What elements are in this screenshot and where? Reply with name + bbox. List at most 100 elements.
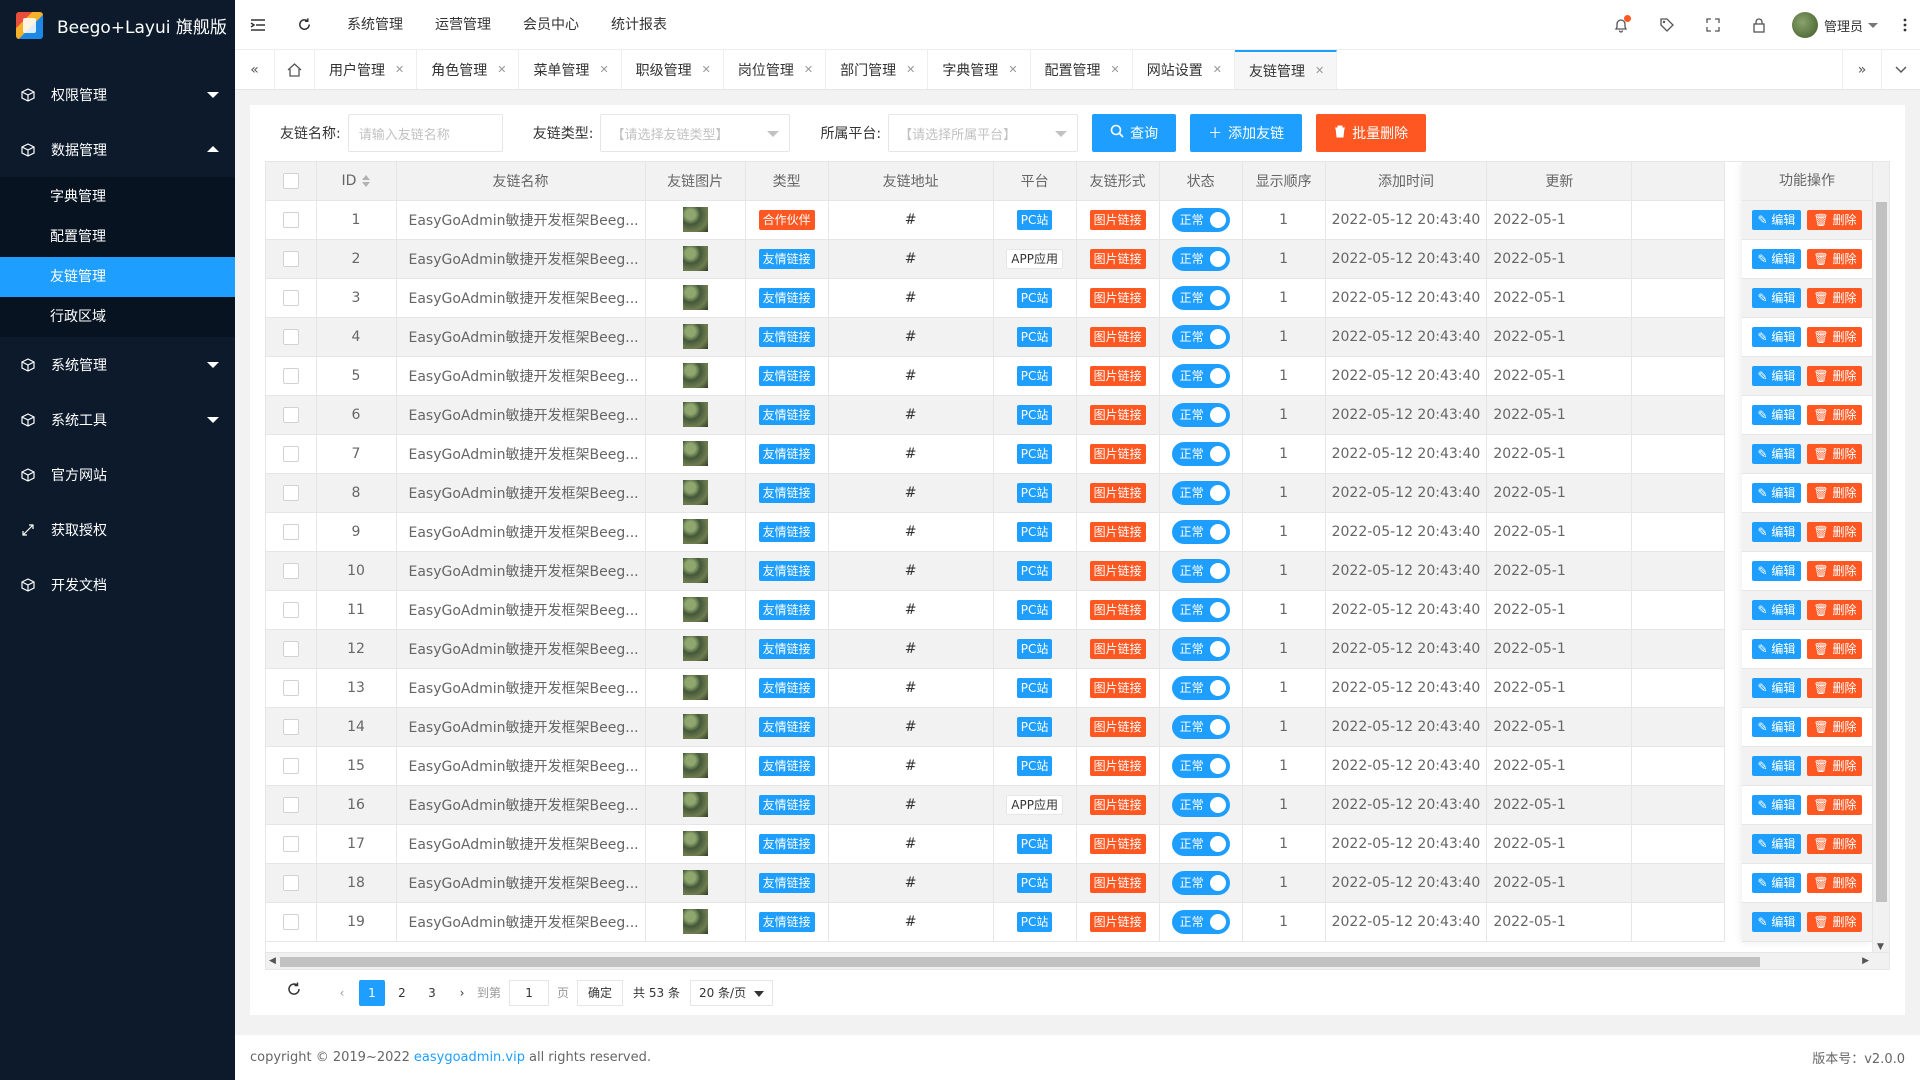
link-thumbnail[interactable] xyxy=(682,909,708,934)
type-select[interactable]: 【请选择友链类型】 xyxy=(600,114,791,152)
row-select-cell[interactable] xyxy=(266,434,317,474)
link-thumbnail[interactable] xyxy=(682,480,708,505)
tabs-scroll-left-icon[interactable]: « xyxy=(235,50,275,89)
cell-status[interactable]: 正常 xyxy=(1159,629,1243,669)
tab-user[interactable]: 用户管理 ✕ xyxy=(315,50,418,89)
row-checkbox[interactable] xyxy=(282,874,299,891)
fullscreen-icon[interactable] xyxy=(1690,0,1736,50)
cell-image[interactable] xyxy=(645,551,746,591)
status-toggle[interactable]: 正常 xyxy=(1171,870,1230,895)
row-checkbox[interactable] xyxy=(282,367,299,384)
row-checkbox[interactable] xyxy=(282,406,299,423)
row-checkbox[interactable] xyxy=(282,640,299,657)
close-icon[interactable]: ✕ xyxy=(1111,63,1120,76)
edit-button[interactable]: ✎ 编辑 xyxy=(1751,327,1802,347)
cell-status[interactable]: 正常 xyxy=(1159,668,1243,708)
cell-status[interactable]: 正常 xyxy=(1159,395,1243,435)
status-toggle[interactable]: 正常 xyxy=(1171,285,1230,310)
cell-status[interactable]: 正常 xyxy=(1159,317,1243,357)
edit-button[interactable]: ✎ 编辑 xyxy=(1751,210,1802,230)
delete-button[interactable]: 🗑 删除 xyxy=(1807,210,1863,230)
goto-page-input[interactable]: 1 xyxy=(509,979,550,1006)
row-select-cell[interactable] xyxy=(266,629,317,669)
cell-image[interactable] xyxy=(645,629,746,669)
cell-image[interactable] xyxy=(645,434,746,474)
top-nav-member[interactable]: 会员中心 xyxy=(507,0,595,50)
delete-button[interactable]: 🗑 删除 xyxy=(1807,639,1863,659)
edit-button[interactable]: ✎ 编辑 xyxy=(1751,288,1802,308)
status-toggle[interactable]: 正常 xyxy=(1171,519,1230,544)
status-toggle[interactable]: 正常 xyxy=(1171,246,1230,271)
row-select-cell[interactable] xyxy=(266,356,317,396)
edit-button[interactable]: ✎ 编辑 xyxy=(1751,717,1802,737)
row-select-cell[interactable] xyxy=(266,707,317,747)
select-all-checkbox[interactable] xyxy=(282,172,299,189)
link-thumbnail[interactable] xyxy=(682,324,708,349)
tab-role[interactable]: 角色管理 ✕ xyxy=(417,50,520,89)
status-toggle[interactable]: 正常 xyxy=(1171,363,1230,388)
submenu-item-region[interactable]: 行政区域 xyxy=(0,297,235,337)
link-thumbnail[interactable] xyxy=(682,519,708,544)
status-toggle[interactable]: 正常 xyxy=(1171,675,1230,700)
status-toggle[interactable]: 正常 xyxy=(1171,792,1230,817)
link-thumbnail[interactable] xyxy=(682,246,708,271)
delete-button[interactable]: 🗑 删除 xyxy=(1807,795,1863,815)
home-tab-icon[interactable] xyxy=(275,50,315,89)
cell-status[interactable]: 正常 xyxy=(1159,785,1243,825)
close-icon[interactable]: ✕ xyxy=(1008,63,1017,76)
delete-button[interactable]: 🗑 删除 xyxy=(1807,678,1863,698)
chevron-down-icon[interactable] xyxy=(1881,50,1920,89)
cell-status[interactable]: 正常 xyxy=(1159,434,1243,474)
sidebar-item-data[interactable]: 数据管理 xyxy=(0,122,235,177)
cell-status[interactable]: 正常 xyxy=(1159,239,1243,279)
link-thumbnail[interactable] xyxy=(682,558,708,583)
close-icon[interactable]: ✕ xyxy=(395,63,404,76)
cell-status[interactable]: 正常 xyxy=(1159,590,1243,630)
edit-button[interactable]: ✎ 编辑 xyxy=(1751,405,1802,425)
status-toggle[interactable]: 正常 xyxy=(1171,324,1230,349)
top-nav-operation[interactable]: 运营管理 xyxy=(419,0,507,50)
close-icon[interactable]: ✕ xyxy=(906,63,915,76)
next-page-icon[interactable]: › xyxy=(449,980,475,1006)
link-thumbnail[interactable] xyxy=(682,363,708,388)
top-nav-report[interactable]: 统计报表 xyxy=(595,0,683,50)
row-checkbox[interactable] xyxy=(282,718,299,735)
row-select-cell[interactable] xyxy=(266,239,317,279)
sort-icon[interactable] xyxy=(362,174,371,187)
logo[interactable]: Beego+Layui 旗舰版 xyxy=(0,0,235,50)
row-checkbox[interactable] xyxy=(282,796,299,813)
cell-image[interactable] xyxy=(645,707,746,747)
cell-image[interactable] xyxy=(645,824,746,864)
cell-image[interactable] xyxy=(645,473,746,513)
sidebar-item-website[interactable]: 官方网站 xyxy=(0,447,235,502)
link-thumbnail[interactable] xyxy=(682,753,708,778)
row-select-cell[interactable] xyxy=(266,317,317,357)
row-checkbox[interactable] xyxy=(282,250,299,267)
row-select-cell[interactable] xyxy=(266,902,317,942)
link-thumbnail[interactable] xyxy=(682,207,708,232)
more-vertical-icon[interactable] xyxy=(1890,0,1920,50)
platform-select[interactable]: 【请选择所属平台】 xyxy=(888,114,1079,152)
vertical-scroll-thumb[interactable] xyxy=(1876,202,1887,902)
status-toggle[interactable]: 正常 xyxy=(1171,402,1230,427)
sidebar-item-tools[interactable]: 系统工具 xyxy=(0,392,235,447)
row-checkbox[interactable] xyxy=(282,445,299,462)
cell-status[interactable]: 正常 xyxy=(1159,512,1243,552)
link-thumbnail[interactable] xyxy=(682,597,708,622)
edit-button[interactable]: ✎ 编辑 xyxy=(1751,561,1802,581)
tab-menu[interactable]: 菜单管理 ✕ xyxy=(519,50,622,89)
delete-button[interactable]: 🗑 删除 xyxy=(1807,405,1863,425)
edit-button[interactable]: ✎ 编辑 xyxy=(1751,678,1802,698)
delete-button[interactable]: 🗑 删除 xyxy=(1807,327,1863,347)
page-1[interactable]: 1 xyxy=(359,979,385,1006)
status-toggle[interactable]: 正常 xyxy=(1171,753,1230,778)
row-select-cell[interactable] xyxy=(266,824,317,864)
lock-icon[interactable] xyxy=(1736,0,1782,50)
name-input[interactable]: 请输入友链名称 xyxy=(347,114,503,152)
row-select-cell[interactable] xyxy=(266,668,317,708)
row-select-cell[interactable] xyxy=(266,512,317,552)
delete-button[interactable]: 🗑 删除 xyxy=(1807,873,1863,893)
delete-button[interactable]: 🗑 删除 xyxy=(1807,717,1863,737)
status-toggle[interactable]: 正常 xyxy=(1171,714,1230,739)
row-select-cell[interactable] xyxy=(266,746,317,786)
